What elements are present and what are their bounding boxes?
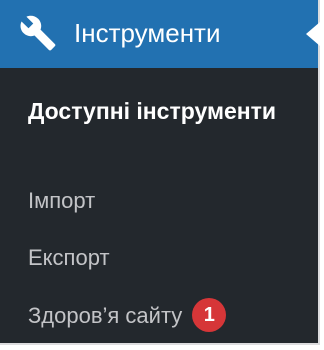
menu-item-tools[interactable]: Інструменти [0, 0, 320, 68]
admin-submenu: Інструменти Доступні інструменти Імпорт … [0, 0, 320, 345]
submenu-item-site-health[interactable]: Здоров’я сайту 1 [28, 298, 227, 334]
current-menu-pointer [306, 22, 320, 46]
submenu-item-import[interactable]: Імпорт [28, 184, 95, 218]
submenu-item-available-tools[interactable]: Доступні інструменти [28, 92, 288, 130]
submenu-item-site-health-label: Здоров’я сайту [28, 303, 183, 328]
wrench-icon [20, 15, 56, 51]
menu-item-tools-label: Інструменти [74, 18, 221, 48]
submenu-item-export[interactable]: Експорт [28, 241, 110, 275]
notification-count-badge: 1 [192, 298, 227, 333]
